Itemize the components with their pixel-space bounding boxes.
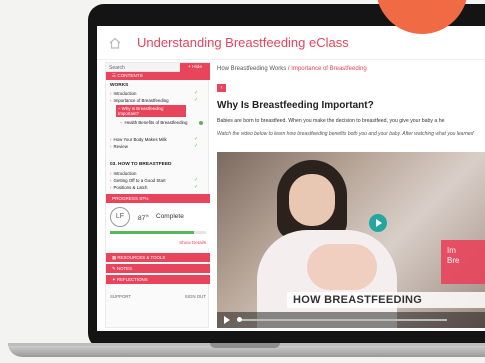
status-dot [199, 121, 203, 125]
laptop-base-notch [210, 343, 280, 348]
video-scrubber[interactable] [237, 319, 447, 321]
instruction-text: Watch the video below to learn how breas… [217, 131, 474, 137]
play-icon-triangle [376, 219, 382, 227]
page-title: Why Is Breastfeeding Important? [217, 100, 374, 111]
toc-item-importance[interactable]: › Importance of Breastfeeding ✓ [110, 98, 202, 103]
toc-item-introduction-2[interactable]: › Introduction [110, 171, 202, 176]
toc-item-body-makes-milk[interactable]: › How Your Body Makes Milk ✓ [110, 137, 202, 142]
controls-play-icon[interactable] [224, 316, 230, 324]
check-icon: ✓ [193, 185, 198, 190]
avatar: LF [110, 207, 130, 227]
toc-item-review[interactable]: › Review ✓ [110, 144, 202, 149]
show-details-link[interactable]: Show Details [179, 240, 206, 245]
video-player[interactable]: Im Bre HOW BREASTFEEDING [217, 152, 485, 328]
progress-panel: LF 87% Complete Show Details [106, 203, 210, 248]
overlay-line-1: Im [447, 246, 456, 255]
sidebar: Search + Hide ☰ CONTENTS WORKS › Introduc… [105, 62, 210, 328]
video-controls [217, 312, 485, 328]
search-row[interactable]: Search + Hide [106, 63, 210, 72]
contents-header[interactable]: ☰ CONTENTS [106, 72, 210, 80]
sidebar-footer: SUPPORT SIGN OUT [106, 291, 210, 303]
support-link[interactable]: SUPPORT [110, 291, 131, 303]
search-input[interactable]: Search [109, 65, 125, 71]
hide-sidebar-button[interactable]: + Hide [180, 63, 210, 72]
toc-item-introduction[interactable]: › Introduction ✓ [110, 91, 202, 96]
reflections-button[interactable]: ✦ REFLECTIONS [106, 275, 210, 284]
video-caption: HOW BREASTFEEDING [287, 292, 485, 308]
check-icon: ✓ [193, 144, 198, 149]
video-title-overlay: Im Bre [441, 240, 485, 284]
overlay-line-2: Bre [447, 256, 460, 265]
sign-out-link[interactable]: SIGN OUT [185, 291, 206, 303]
breadcrumb: How Breastfeeding Works / Importance of … [217, 66, 367, 72]
main-content: How Breastfeeding Works / Importance of … [217, 62, 485, 328]
breadcrumb-current[interactable]: Importance of Breastfeeding [291, 66, 366, 72]
course-title: Understanding Breastfeeding eClass [137, 35, 349, 50]
video-frame-face [289, 174, 335, 226]
check-icon: ✓ [193, 91, 198, 96]
check-icon: ✓ [193, 178, 198, 183]
check-icon: ✓ [193, 137, 198, 142]
progress-header[interactable]: PROGRESS 87% [106, 194, 210, 203]
breadcrumb-parent[interactable]: How Breastfeeding Works [217, 66, 286, 72]
app-screen: Understanding Breastfeeding eClass Searc… [97, 26, 485, 331]
section-title-works: WORKS [110, 83, 129, 88]
progress-percent: 87% [138, 213, 149, 223]
progress-fill [110, 231, 194, 234]
notes-button[interactable]: ✎ NOTES [106, 264, 210, 273]
toc-item-positions-latch[interactable]: › Positions & Latch ✓ [110, 185, 202, 190]
complete-label: Complete [156, 213, 184, 220]
check-icon: ✓ [193, 98, 198, 103]
chevron-left-icon[interactable]: ‹ [217, 84, 226, 92]
toc-item-health-benefits[interactable]: – Health Benefits of Breastfeeding [120, 120, 190, 125]
toc-item-current[interactable]: – Why Is Breastfeeding Important? [116, 105, 186, 118]
section-title-how-to: 03. HOW TO BREASTFEED [110, 162, 172, 167]
toc-item-good-start[interactable]: › Getting Off to a Good Start ✓ [110, 178, 202, 183]
scrubber-handle[interactable] [237, 317, 242, 322]
intro-text: Babies are born to breastfeed. When you … [217, 118, 445, 124]
home-icon[interactable] [109, 37, 121, 49]
progress-track [110, 231, 206, 234]
resources-tools-button[interactable]: ▦ RESOURCES & TOOLS [106, 253, 210, 262]
video-frame-baby [307, 244, 377, 290]
